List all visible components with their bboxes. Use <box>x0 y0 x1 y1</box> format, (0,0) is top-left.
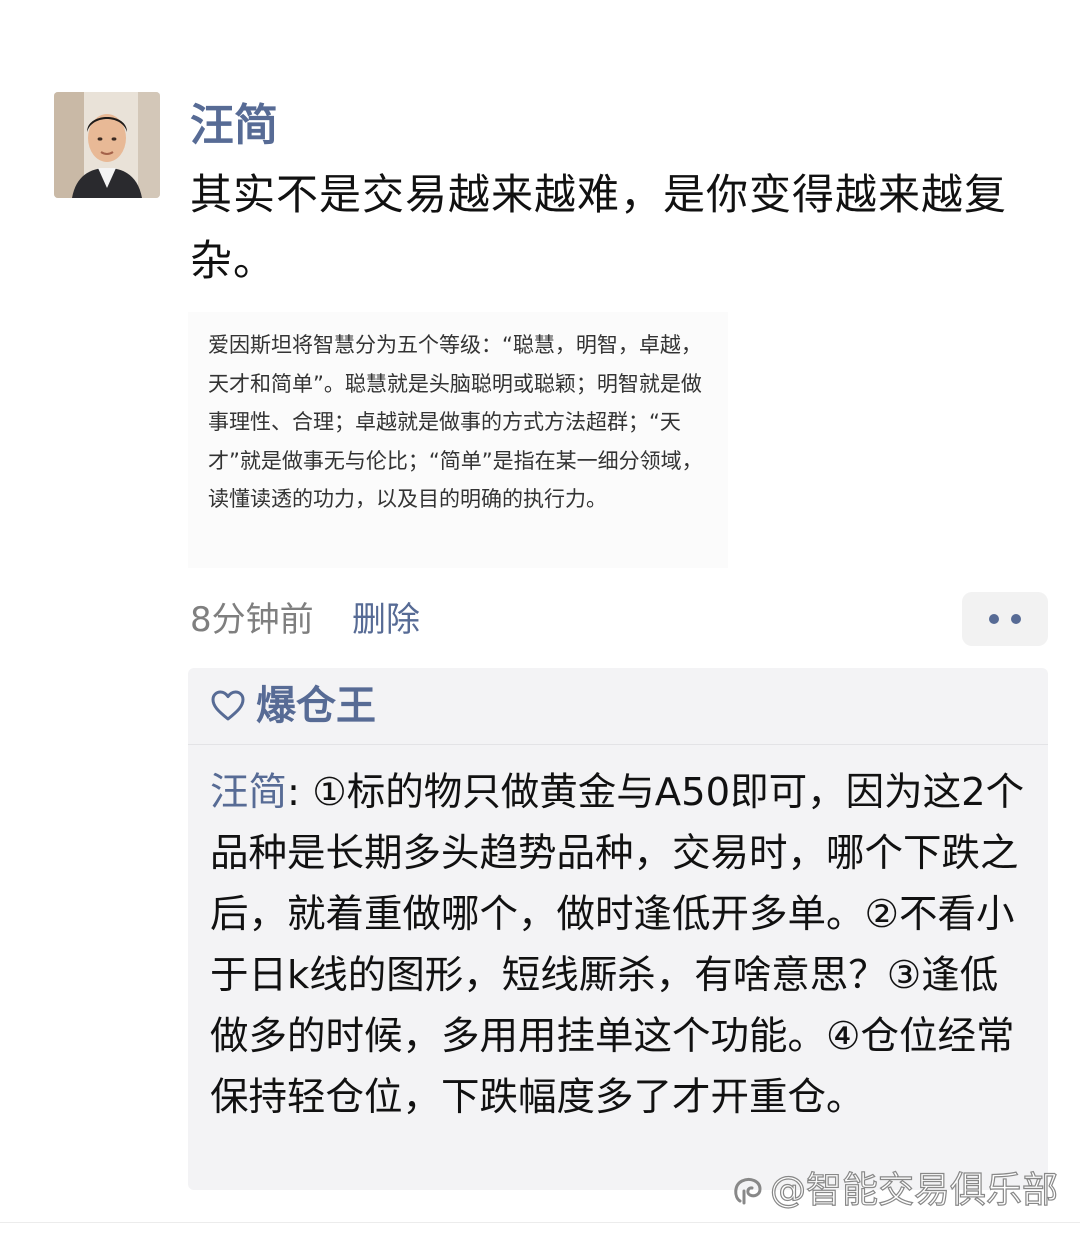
post-image[interactable]: 爱因斯坦将智慧分为五个等级：“聪慧，明智，卓越，天才和简单”。聪慧就是头脑聪明或… <box>188 312 728 568</box>
post-image-text: 爱因斯坦将智慧分为五个等级：“聪慧，明智，卓越，天才和简单”。聪慧就是头脑聪明或… <box>208 333 703 511</box>
heart-icon <box>211 690 245 721</box>
liker-name[interactable]: 爆仓王 <box>256 680 376 732</box>
watermark: @智能交易俱乐部 <box>730 1166 1059 1216</box>
more-dot-icon <box>1011 614 1021 624</box>
divider <box>0 1222 1080 1223</box>
comment-item[interactable]: 汪简: ①标的物只做黄金与A50即可，因为这2个品种是长期多头趋势品种，交易时，… <box>210 762 1030 1128</box>
more-dot-icon <box>989 614 999 624</box>
comment-separator: : <box>287 770 313 815</box>
interaction-panel: 爆仓王 汪简: ①标的物只做黄金与A50即可，因为这2个品种是长期多头趋势品种，… <box>188 668 1048 1190</box>
likes-row: 爆仓王 <box>188 668 1048 745</box>
avatar[interactable] <box>54 92 160 198</box>
delete-button[interactable]: 删除 <box>352 596 420 644</box>
post-author-name[interactable]: 汪简 <box>190 98 278 154</box>
comment-author[interactable]: 汪简 <box>210 770 287 815</box>
brand-logo-icon <box>734 1177 762 1205</box>
post-text: 其实不是交易越来越难，是你变得越来越复杂。 <box>190 170 1008 285</box>
comment-text: ①标的物只做黄金与A50即可，因为这2个品种是长期多头趋势品种，交易时，哪个下跌… <box>210 770 1025 1120</box>
more-options-button[interactable] <box>962 592 1048 646</box>
post-timestamp: 8分钟前 <box>190 600 314 640</box>
avatar-photo <box>54 92 160 198</box>
watermark-text: @智能交易俱乐部 <box>769 1169 1059 1211</box>
